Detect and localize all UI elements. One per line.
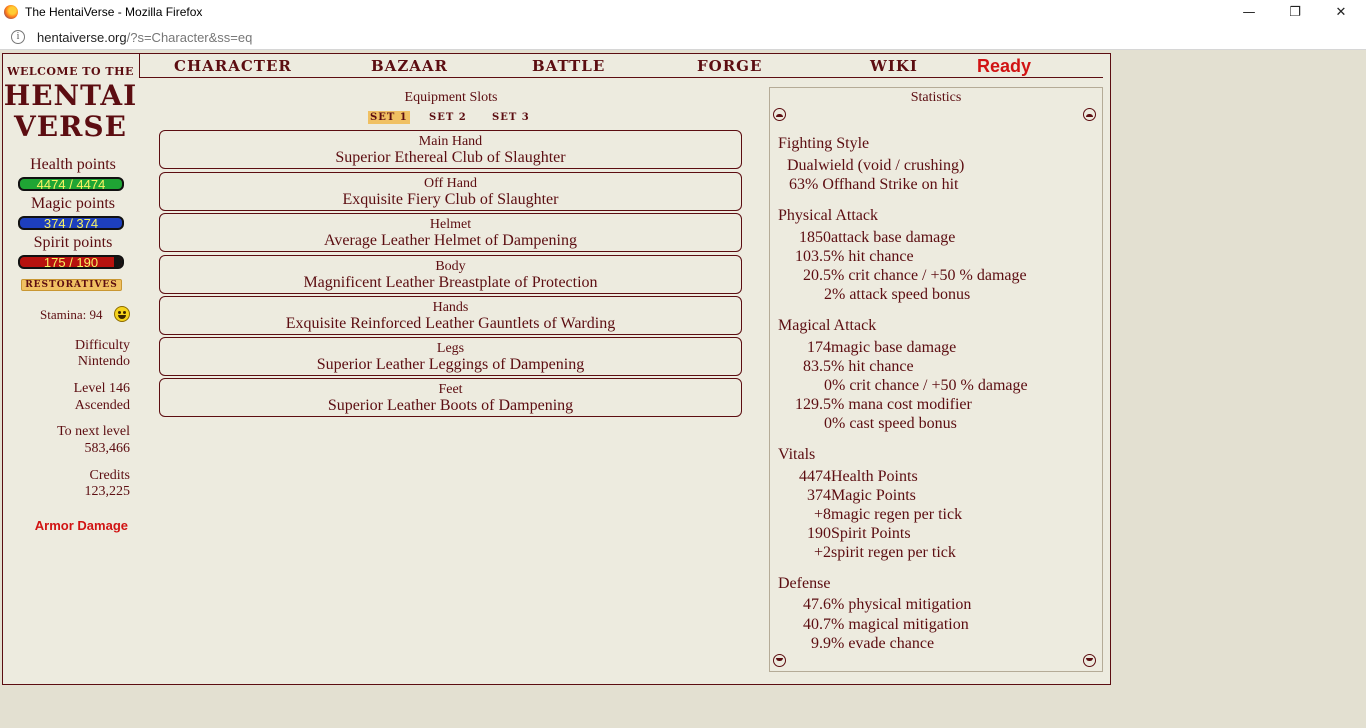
next-level-value: 583,466 bbox=[84, 441, 131, 456]
slot-label: Main Hand bbox=[418, 134, 483, 149]
stamina-text: Stamina: 94 bbox=[40, 307, 103, 322]
tab-set-3[interactable]: SET 3 bbox=[490, 111, 532, 124]
game-frame: WELCOME TO THE HENTAI VERSE Health point… bbox=[2, 53, 1111, 685]
status-sidebar: WELCOME TO THE HENTAI VERSE Health point… bbox=[3, 54, 138, 684]
slot-off-hand[interactable]: Off Hand Exquisite Fiery Club of Slaught… bbox=[159, 172, 742, 211]
slot-item[interactable]: Exquisite Reinforced Leather Gauntlets o… bbox=[160, 315, 741, 333]
slot-label: Off Hand bbox=[423, 176, 477, 191]
stat-line: 9.9% evade chance bbox=[811, 635, 935, 652]
fighting-style-heading: Fighting Style bbox=[778, 135, 870, 152]
armor-damage-link[interactable]: Armor Damage bbox=[3, 518, 128, 533]
magic-bar: 374 / 374 bbox=[18, 216, 124, 230]
close-button[interactable]: ✕ bbox=[1330, 3, 1352, 23]
tab-set-1[interactable]: SET 1 bbox=[368, 111, 410, 124]
scroll-up-icon[interactable] bbox=[1083, 108, 1096, 121]
stat-line: 0% cast speed bonus bbox=[824, 415, 957, 432]
vitals-heading: Vitals bbox=[778, 446, 816, 463]
spirit-bar-empty bbox=[113, 257, 122, 267]
spirit-label: Spirit points bbox=[33, 234, 113, 251]
slot-label: Feet bbox=[438, 382, 463, 397]
statistics-panel: Statistics Fighting Style Dualwield (voi… bbox=[769, 87, 1103, 672]
url-path: /?s=Character&ss=eq bbox=[126, 30, 253, 45]
next-level-label: To next level bbox=[57, 424, 130, 439]
slot-label: Hands bbox=[432, 300, 469, 315]
slot-helmet[interactable]: Helmet Average Leather Helmet of Dampeni… bbox=[159, 213, 742, 252]
stat-line: 83.5% hit chance bbox=[803, 358, 914, 375]
statistics-title: Statistics bbox=[910, 90, 962, 105]
nav-bazaar[interactable]: BAZAAR bbox=[371, 57, 448, 75]
scroll-up-icon[interactable] bbox=[773, 108, 786, 121]
defense-heading: Defense bbox=[778, 575, 831, 592]
stat-line: +8magic regen per tick bbox=[814, 506, 963, 523]
slot-item[interactable]: Exquisite Fiery Club of Slaughter bbox=[160, 191, 741, 209]
spirit-bar: 175 / 190 bbox=[18, 255, 124, 269]
equipment-title: Equipment Slots bbox=[404, 90, 498, 105]
slot-item[interactable]: Magnificent Leather Breastplate of Prote… bbox=[160, 274, 741, 292]
window-titlebar: The HentaiVerse - Mozilla Firefox — ❐ ✕ bbox=[0, 0, 1366, 26]
minimize-button[interactable]: — bbox=[1238, 3, 1260, 23]
slot-label: Legs bbox=[436, 341, 465, 356]
stat-line: 374Magic Points bbox=[807, 487, 916, 504]
address-bar[interactable]: i hentaiverse.org/?s=Character&ss=eq bbox=[0, 26, 1366, 50]
welcome-text: WELCOME TO THE bbox=[7, 65, 134, 78]
stat-line: 20.5% crit chance / +50 % damage bbox=[803, 267, 1027, 284]
stat-line: Dualwield (void / crushing) bbox=[787, 157, 965, 174]
firefox-icon bbox=[4, 5, 18, 19]
health-bar: 4474 / 4474 bbox=[18, 177, 124, 191]
stat-line: 4474Health Points bbox=[799, 468, 918, 485]
slot-feet[interactable]: Feet Superior Leather Boots of Dampening bbox=[159, 378, 742, 417]
slot-item[interactable]: Superior Ethereal Club of Slaughter bbox=[160, 149, 741, 167]
level-label: Level 146 bbox=[73, 381, 130, 396]
stat-line: 47.6% physical mitigation bbox=[803, 596, 972, 613]
url-host: hentaiverse.org bbox=[37, 30, 127, 45]
smiley-icon bbox=[114, 306, 130, 322]
nav-character[interactable]: CHARACTER bbox=[174, 57, 292, 75]
slot-item[interactable]: Average Leather Helmet of Dampening bbox=[160, 232, 741, 250]
stat-line: 63% Offhand Strike on hit bbox=[789, 176, 959, 193]
stat-line: 190Spirit Points bbox=[807, 525, 911, 542]
difficulty-label: Difficulty bbox=[75, 338, 130, 353]
tab-set-2[interactable]: SET 2 bbox=[427, 111, 469, 124]
health-label: Health points bbox=[30, 156, 116, 173]
slot-hands[interactable]: Hands Exquisite Reinforced Leather Gaunt… bbox=[159, 296, 742, 335]
slot-legs[interactable]: Legs Superior Leather Leggings of Dampen… bbox=[159, 337, 742, 376]
slot-main-hand[interactable]: Main Hand Superior Ethereal Club of Slau… bbox=[159, 130, 742, 169]
stat-line: 103.5% hit chance bbox=[795, 248, 914, 265]
main-nav: CHARACTER BAZAAR BATTLE FORGE WIKI Ready bbox=[139, 54, 1103, 78]
level-value: Ascended bbox=[74, 398, 130, 413]
restoratives-button[interactable]: RESTORATIVES bbox=[21, 279, 122, 291]
slot-item[interactable]: Superior Leather Leggings of Dampening bbox=[160, 356, 741, 374]
logo-hentai: HENTAI bbox=[3, 79, 138, 112]
difficulty-value: Nintendo bbox=[77, 354, 130, 369]
magic-label: Magic points bbox=[31, 195, 115, 212]
stat-line: 174magic base damage bbox=[807, 339, 957, 356]
scroll-down-icon[interactable] bbox=[1083, 654, 1096, 667]
logo-verse: VERSE bbox=[14, 110, 127, 143]
nav-forge[interactable]: FORGE bbox=[697, 57, 762, 75]
scroll-down-icon[interactable] bbox=[773, 654, 786, 667]
stat-line: 40.7% magical mitigation bbox=[803, 616, 969, 633]
ready-status: Ready bbox=[977, 56, 1032, 76]
window-title: The HentaiVerse - Mozilla Firefox bbox=[25, 5, 203, 19]
slot-body[interactable]: Body Magnificent Leather Breastplate of … bbox=[159, 255, 742, 294]
nav-battle[interactable]: BATTLE bbox=[532, 57, 605, 75]
magical-attack-heading: Magical Attack bbox=[778, 317, 877, 334]
physical-attack-heading: Physical Attack bbox=[778, 207, 878, 224]
credits-value: 123,225 bbox=[84, 484, 131, 499]
nav-wiki[interactable]: WIKI bbox=[870, 57, 918, 75]
stat-line: 2% attack speed bonus bbox=[824, 286, 971, 303]
slot-label: Helmet bbox=[429, 217, 472, 232]
stat-line: 0% crit chance / +50 % damage bbox=[824, 377, 1028, 394]
slot-item[interactable]: Superior Leather Boots of Dampening bbox=[160, 397, 741, 415]
spirit-value: 175 / 190 bbox=[43, 255, 99, 270]
url-text[interactable]: hentaiverse.org/?s=Character&ss=eq bbox=[37, 30, 252, 45]
stat-line: 1850attack base damage bbox=[799, 229, 956, 246]
slot-label: Body bbox=[435, 259, 466, 274]
stat-line: +2spirit regen per tick bbox=[814, 544, 956, 561]
credits-label: Credits bbox=[89, 468, 130, 483]
restore-button[interactable]: ❐ bbox=[1284, 3, 1306, 23]
info-icon[interactable]: i bbox=[11, 30, 25, 44]
stat-line: 129.5% mana cost modifier bbox=[795, 396, 972, 413]
